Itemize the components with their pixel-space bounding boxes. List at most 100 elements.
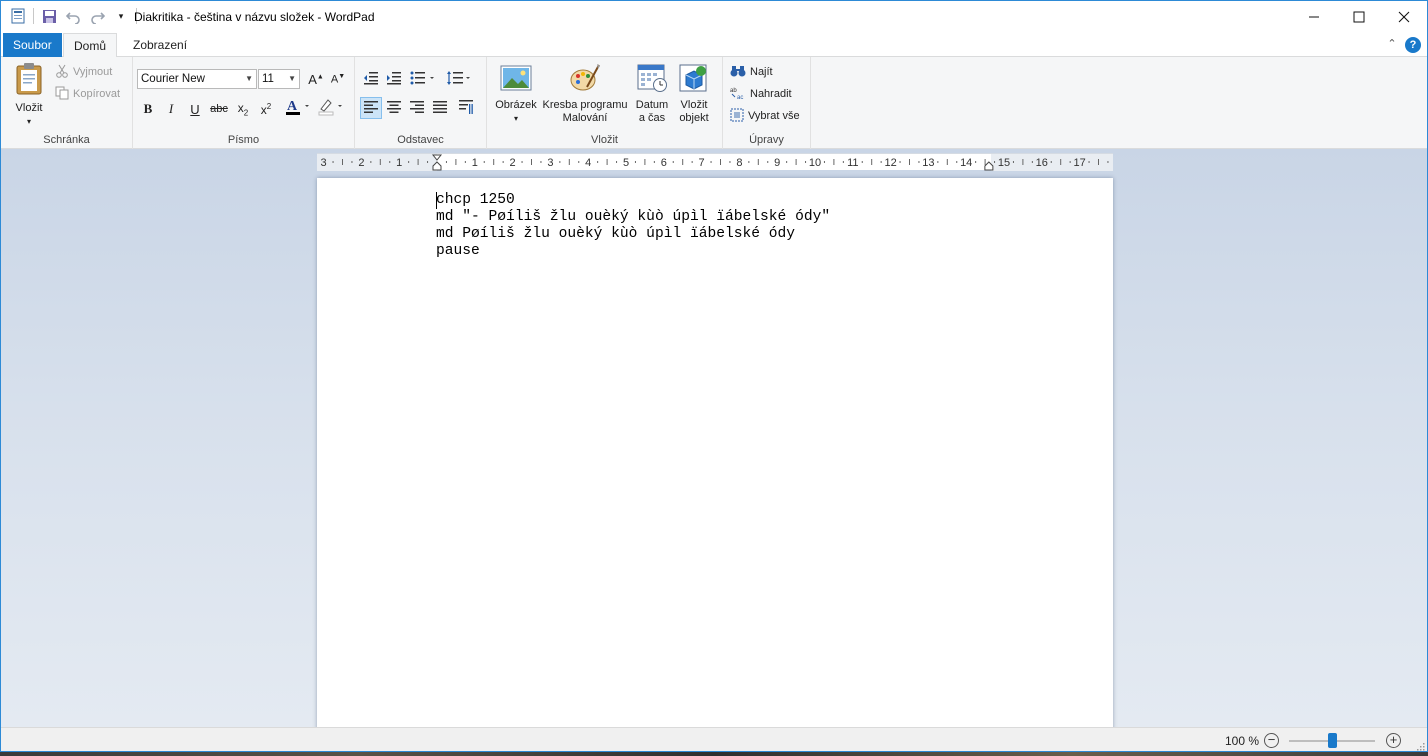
document-page[interactable]: chcp 1250 md "- Pøíliš žlu ouèký kùò úpìl… bbox=[317, 178, 1113, 738]
ruler-label: 15 bbox=[998, 157, 1010, 169]
ruler-tick bbox=[691, 161, 693, 163]
highlight-color-button[interactable] bbox=[316, 97, 346, 119]
align-left-button[interactable] bbox=[360, 97, 382, 119]
increase-indent-icon bbox=[386, 71, 402, 88]
ruler-tick bbox=[445, 161, 447, 163]
document-line[interactable]: md Pøíliš žlu ouèký kùò úpìl ïábelské ód… bbox=[436, 226, 830, 243]
document-workspace: chcp 1250 md "- Pøíliš žlu ouèký kùò úpìl… bbox=[1, 149, 1427, 738]
help-icon[interactable]: ? bbox=[1405, 37, 1421, 53]
ruler-tick bbox=[918, 161, 920, 163]
ruler-label: 11 bbox=[847, 157, 858, 169]
find-label: Najít bbox=[750, 66, 773, 78]
justify-button[interactable] bbox=[429, 97, 451, 119]
line-spacing-button[interactable] bbox=[445, 68, 475, 90]
superscript-icon: x2 bbox=[260, 101, 272, 117]
wordpad-app-icon[interactable] bbox=[9, 7, 27, 25]
bullets-button[interactable] bbox=[409, 68, 439, 90]
save-icon[interactable] bbox=[40, 7, 58, 25]
datetime-button[interactable]: Datum a čas bbox=[631, 63, 673, 125]
collapse-ribbon-icon[interactable]: ⌃ bbox=[1385, 37, 1399, 51]
shrink-font-button[interactable]: A▼ bbox=[327, 68, 349, 90]
ruler-label: 7 bbox=[699, 157, 705, 169]
customize-qat-icon[interactable]: ▾ bbox=[112, 7, 130, 25]
picture-label: Obrázek bbox=[495, 99, 537, 111]
ruler-tick bbox=[502, 161, 504, 163]
underline-button[interactable]: U bbox=[184, 98, 206, 120]
datetime-label-line1: Datum bbox=[635, 99, 669, 111]
zoom-out-button[interactable]: − bbox=[1264, 733, 1279, 748]
paint-drawing-button[interactable]: Kresba programu Malování bbox=[539, 63, 631, 125]
tab-home[interactable]: Domů bbox=[63, 33, 118, 58]
superscript-button[interactable]: x2 bbox=[255, 98, 277, 120]
font-family-select[interactable]: Courier New ▼ bbox=[137, 69, 257, 89]
zoom-in-button[interactable]: + bbox=[1386, 733, 1401, 748]
ruler-tick bbox=[909, 159, 910, 165]
quick-access-toolbar: ▾ bbox=[9, 7, 137, 25]
minimize-button[interactable] bbox=[1291, 1, 1337, 33]
ruler-tick bbox=[342, 159, 343, 165]
horizontal-ruler[interactable]: 3 2 1 1 2 3 4 5 6 7 8 9 10 11 12 13 14 15 16 17 bbox=[317, 153, 1113, 171]
bold-button[interactable]: B bbox=[137, 98, 159, 120]
copy-button[interactable]: Kopírovat bbox=[55, 84, 120, 104]
picture-button[interactable]: Obrázek ▾ bbox=[491, 63, 541, 125]
replace-button[interactable]: ab ac Nahradit bbox=[730, 84, 792, 104]
zoom-level-label: 100 % bbox=[1224, 734, 1259, 748]
align-center-button[interactable] bbox=[383, 97, 405, 119]
ruler-tick bbox=[861, 161, 863, 163]
ruler-tick bbox=[606, 159, 608, 165]
svg-text:A: A bbox=[287, 99, 298, 114]
ruler-tick bbox=[757, 159, 759, 165]
ruler-tick bbox=[937, 161, 939, 163]
close-button[interactable] bbox=[1381, 1, 1427, 33]
increase-indent-button[interactable] bbox=[383, 68, 405, 90]
undo-icon[interactable] bbox=[64, 7, 82, 25]
document-line[interactable]: md "- Pøíliš žlu ouèký kùò úpìl ïábelské… bbox=[436, 209, 830, 226]
text-color-button[interactable]: A bbox=[283, 97, 313, 119]
ribbon: Vložit ▾ Vyjmout Kopírovat Schránka Cour… bbox=[1, 57, 1427, 149]
ruler-tick bbox=[540, 161, 542, 163]
find-button[interactable]: Najít bbox=[730, 62, 773, 82]
cut-button[interactable]: Vyjmout bbox=[55, 62, 112, 82]
insert-object-button[interactable]: Vložit objekt bbox=[673, 63, 715, 125]
select-all-icon bbox=[730, 108, 744, 125]
ruler-tick bbox=[871, 159, 873, 165]
ruler-scale: 3 2 1 1 2 3 4 5 6 7 8 9 10 11 12 13 14 15 16 17 bbox=[321, 154, 1109, 171]
svg-text:ac: ac bbox=[737, 95, 743, 100]
group-label-font: Písmo bbox=[227, 134, 260, 146]
paste-button[interactable]: Vložit ▾ bbox=[9, 62, 49, 128]
ruler-tick bbox=[729, 161, 731, 163]
font-size-select[interactable]: 11 ▼ bbox=[258, 69, 300, 89]
decrease-indent-button[interactable] bbox=[360, 68, 382, 90]
strikethrough-icon: abc bbox=[210, 103, 228, 115]
qat-separator bbox=[33, 8, 34, 24]
document-line[interactable]: chcp 1250 bbox=[436, 192, 830, 209]
ruler-tick bbox=[1069, 161, 1071, 163]
strikethrough-button[interactable]: abc bbox=[208, 98, 230, 120]
select-all-button[interactable]: Vybrat vše bbox=[730, 106, 800, 126]
group-label-clipboard: Schránka bbox=[43, 134, 90, 146]
zoom-slider-thumb[interactable] bbox=[1328, 733, 1337, 748]
align-right-button[interactable] bbox=[406, 97, 428, 119]
paragraph-settings-button[interactable] bbox=[455, 97, 477, 119]
resize-grip-icon[interactable] bbox=[1415, 741, 1425, 751]
redo-icon[interactable] bbox=[88, 7, 106, 25]
subscript-button[interactable]: x2 bbox=[232, 98, 254, 120]
tab-file[interactable]: Soubor bbox=[3, 33, 62, 57]
ruler-tick bbox=[634, 161, 636, 163]
ruler-tick bbox=[1060, 159, 1062, 165]
maximize-button[interactable] bbox=[1336, 1, 1382, 33]
bullet-list-icon bbox=[410, 71, 438, 88]
grow-font-button[interactable]: A▲ bbox=[305, 68, 327, 90]
highlighter-icon bbox=[317, 97, 345, 120]
ruler-label: 13 bbox=[922, 157, 934, 169]
italic-button[interactable]: I bbox=[160, 98, 182, 120]
replace-icon: ab ac bbox=[730, 86, 746, 103]
left-indent-marker[interactable] bbox=[431, 154, 443, 171]
document-text[interactable]: chcp 1250 md "- Pøíliš žlu ouèký kùò úpìl… bbox=[436, 192, 830, 260]
right-indent-marker[interactable] bbox=[984, 161, 994, 171]
tab-view[interactable]: Zobrazení bbox=[123, 33, 197, 57]
ruler-tick bbox=[1012, 161, 1014, 163]
ruler-tick bbox=[493, 159, 495, 165]
document-line[interactable]: pause bbox=[436, 243, 830, 260]
ruler-tick bbox=[1022, 159, 1024, 165]
